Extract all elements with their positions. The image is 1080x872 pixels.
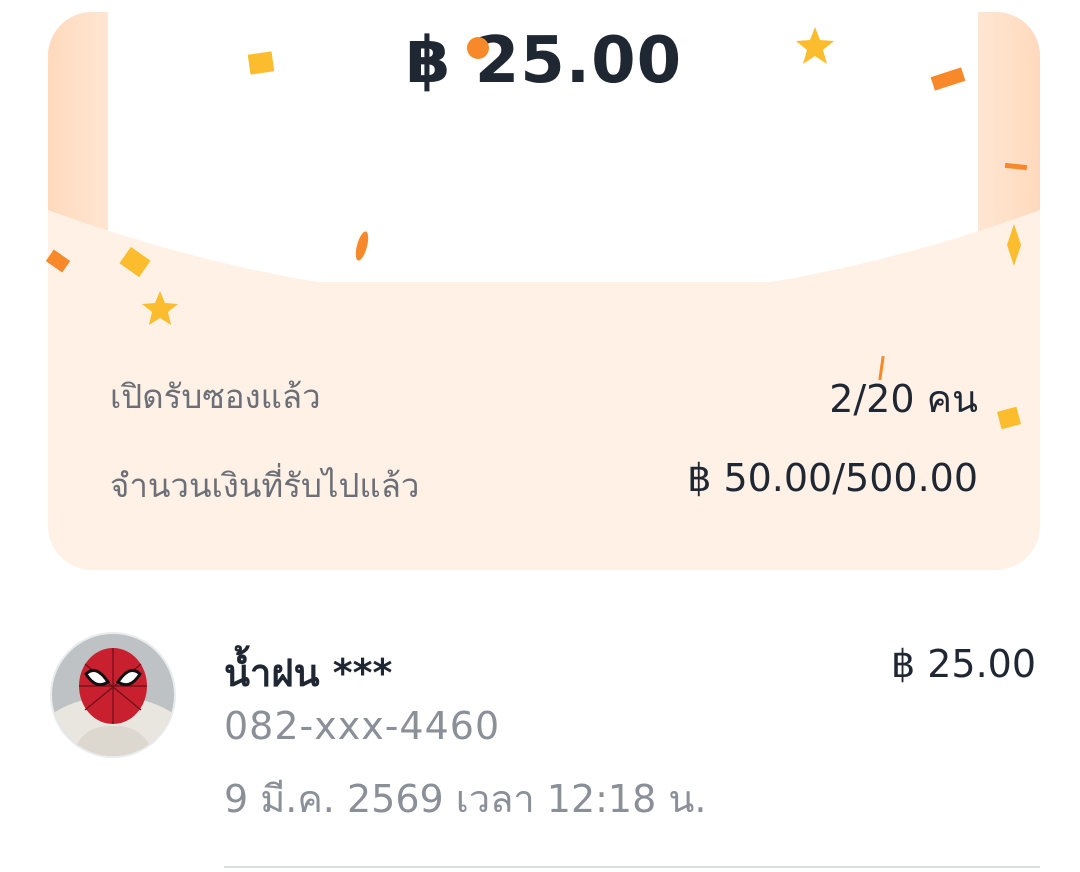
spiderman-avatar-icon xyxy=(52,634,174,756)
recipient-phone: 082-xxx-4460 xyxy=(224,704,501,748)
envelope-curve xyxy=(48,210,1040,332)
spiderman-avatar xyxy=(50,632,176,758)
recipient-name: น้ำฝน *** xyxy=(224,651,393,695)
opened-count-value: 2/20 คน xyxy=(829,377,978,421)
received-amount: ฿ 25.00 xyxy=(405,24,683,98)
opened-count-label: เปิดรับซองแล้ว xyxy=(110,377,321,416)
list-divider xyxy=(224,866,1040,868)
recipient-amount: ฿ 25.00 xyxy=(890,642,1036,686)
red-envelope-summary-card: ฿ 25.00 เปิดรับซองแล้ว 2/20 คน จำนวนเงิน… xyxy=(48,12,1040,570)
claimed-amount-label: จำนวนเงินที่รับไปแล้ว xyxy=(110,466,420,505)
recipient-list-item[interactable]: น้ำฝน *** ฿ 25.00 082-xxx-4460 9 มี.ค. 2… xyxy=(0,600,1080,840)
recipient-datetime: 9 มี.ค. 2569 เวลา 12:18 น. xyxy=(224,777,707,821)
claimed-amount-value: ฿ 50.00/500.00 xyxy=(687,456,978,500)
